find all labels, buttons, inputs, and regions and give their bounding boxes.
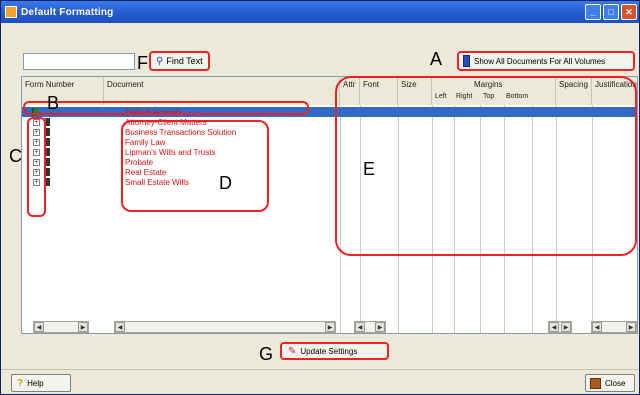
- help-button[interactable]: ? Help: [11, 374, 71, 392]
- pencil-icon: ✎: [288, 345, 297, 357]
- callout-letter-b: B: [47, 93, 60, 113]
- scroll-left-icon[interactable]: ◀: [549, 322, 559, 332]
- col-document-label: Document: [107, 80, 144, 89]
- window-controls: _ □ ✕: [585, 4, 637, 20]
- default-formatting-window: Default Formatting _ □ ✕ ⚲ Find Text Sho…: [0, 0, 640, 395]
- window-title: Default Formatting: [21, 6, 114, 18]
- horizontal-scrollbar[interactable]: ◀ ▶: [591, 321, 637, 333]
- scroll-left-icon[interactable]: ◀: [34, 322, 44, 332]
- show-all-documents-button[interactable]: Show All Documents For All Volumes: [457, 51, 635, 71]
- find-text-label: Find Text: [166, 56, 203, 66]
- bottom-bar: ? Help Close: [1, 369, 639, 394]
- find-text-button[interactable]: ⚲ Find Text: [149, 51, 210, 71]
- callout-letter-c: C: [9, 146, 22, 166]
- update-settings-label: Update Settings: [300, 346, 358, 356]
- book-icon: [463, 55, 470, 67]
- horizontal-scrollbar[interactable]: ◀ ▶: [114, 321, 336, 333]
- callout-letter-d: D: [219, 173, 232, 193]
- maximize-button[interactable]: □: [603, 4, 619, 20]
- horizontal-scrollbar[interactable]: ◀ ▶: [33, 321, 89, 333]
- callout-box-e: [335, 76, 637, 256]
- horizontal-scrollbar[interactable]: ◀ ▶: [354, 321, 386, 333]
- close-door-icon: [590, 377, 601, 389]
- scroll-right-icon[interactable]: ▶: [561, 322, 571, 332]
- minimize-button[interactable]: _: [585, 4, 601, 20]
- search-input[interactable]: [23, 52, 135, 70]
- binoculars-icon: ⚲: [156, 55, 164, 67]
- col-form-number-label: Form Number: [25, 80, 75, 89]
- callout-letter-g: G: [259, 344, 274, 364]
- show-all-label: Show All Documents For All Volumes: [474, 56, 606, 66]
- scroll-left-icon[interactable]: ◀: [355, 322, 365, 332]
- scroll-right-icon[interactable]: ▶: [78, 322, 88, 332]
- horizontal-scrollbar[interactable]: ◀ ▶: [548, 321, 572, 333]
- title-bar: Default Formatting _ □ ✕: [1, 1, 639, 23]
- close-button[interactable]: Close: [585, 374, 635, 392]
- callout-box-d: [121, 120, 269, 212]
- question-icon: ?: [17, 377, 24, 389]
- scroll-right-icon[interactable]: ▶: [375, 322, 385, 332]
- callout-box-b: [23, 101, 309, 115]
- close-window-button[interactable]: ✕: [621, 4, 637, 20]
- update-settings-button[interactable]: ✎ Update Settings: [280, 342, 389, 360]
- search-row: ⚲ Find Text: [23, 51, 210, 71]
- help-label: Help: [27, 378, 44, 388]
- scroll-left-icon[interactable]: ◀: [115, 322, 125, 332]
- callout-letter-a: A: [430, 49, 443, 69]
- scroll-right-icon[interactable]: ▶: [325, 322, 335, 332]
- app-icon: [5, 6, 17, 18]
- callout-box-c: [27, 117, 46, 217]
- close-label: Close: [605, 378, 626, 388]
- callout-letter-f: F: [137, 53, 148, 73]
- scroll-left-icon[interactable]: ◀: [592, 322, 602, 332]
- scroll-right-icon[interactable]: ▶: [626, 322, 636, 332]
- callout-letter-e: E: [363, 159, 376, 179]
